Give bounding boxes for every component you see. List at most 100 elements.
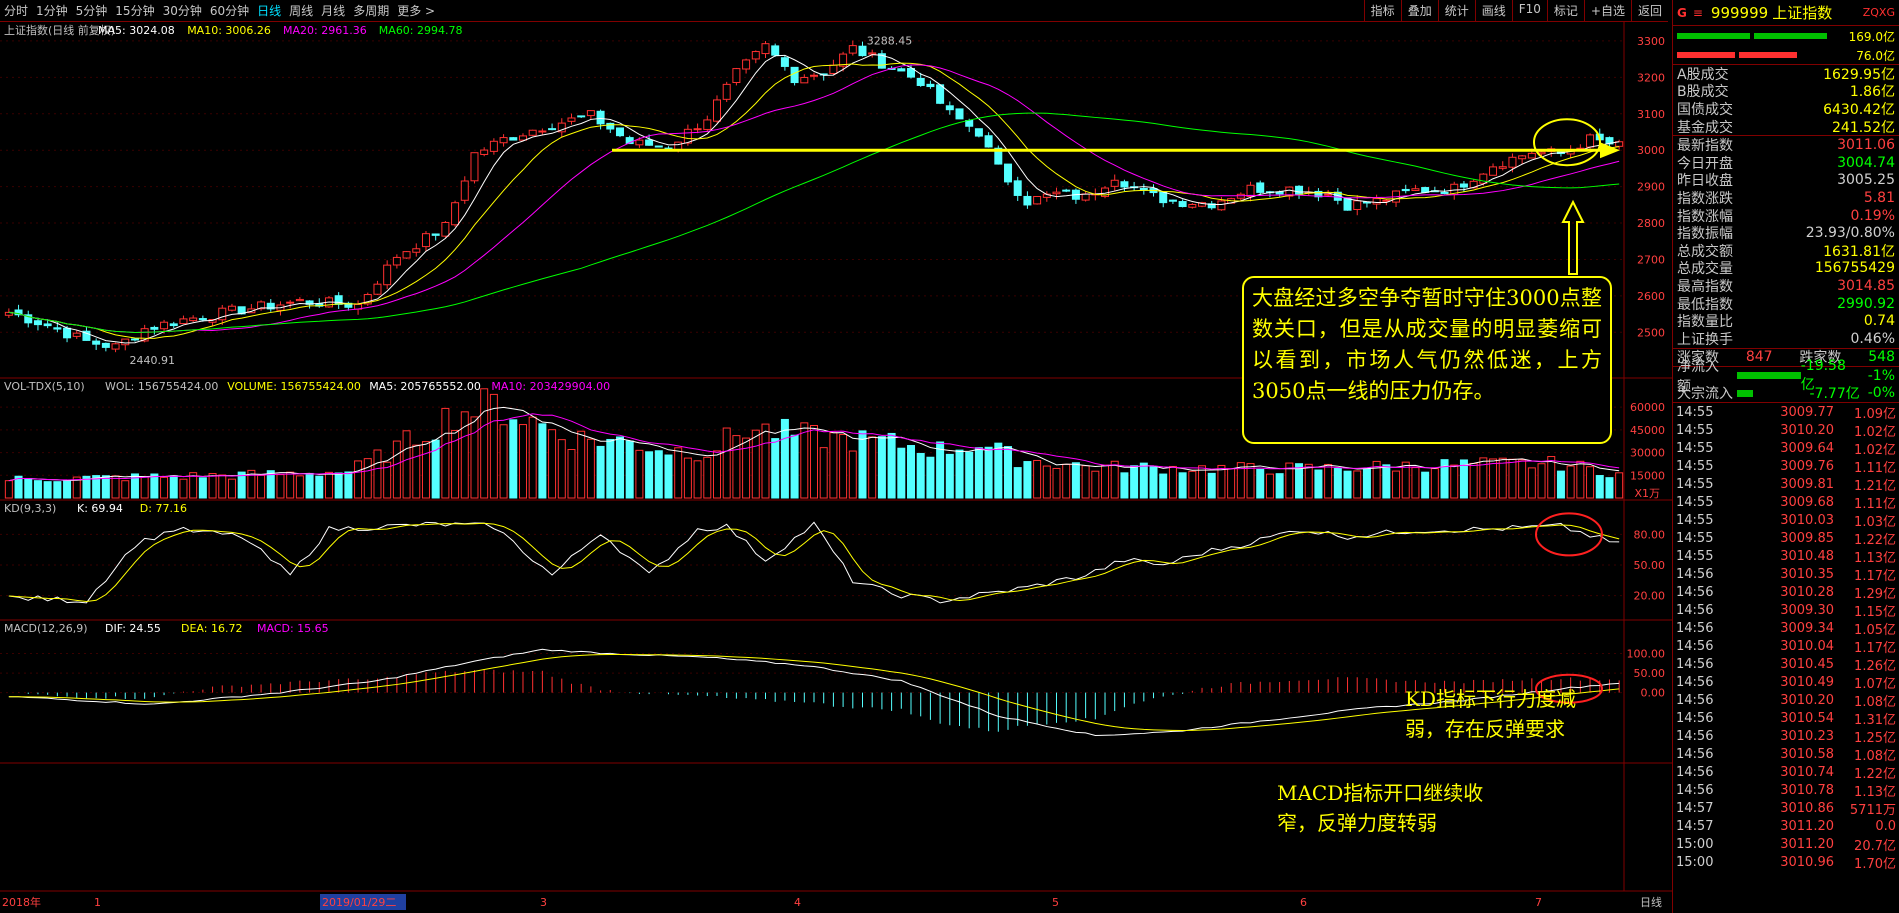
- tick-row: 14:55 3009.68 1.11亿: [1673, 493, 1899, 512]
- up-arrow: [1561, 199, 1585, 275]
- volume-bar: [557, 439, 566, 499]
- tick-time: 14:56: [1676, 710, 1714, 726]
- period-tab-3[interactable]: 15分钟: [111, 2, 158, 19]
- candle-body: [431, 233, 440, 236]
- volume-bar: [868, 436, 877, 499]
- flow-row: 净流入额 -19.58亿 -1%: [1673, 358, 1899, 395]
- volume-bar: [1382, 464, 1391, 499]
- menu-icon[interactable]: ≡: [1693, 6, 1703, 20]
- candle-body: [712, 99, 721, 122]
- tick-list[interactable]: 14:55 3009.77 1.09亿 14:55 3010.20 1.02亿 14:55 3…: [1673, 403, 1899, 872]
- quote-row: 最低指数 2990.92: [1673, 295, 1899, 313]
- tick-volume: 1.13亿: [1854, 784, 1896, 800]
- tick-row: 14:55 3009.85 1.22亿: [1673, 529, 1899, 548]
- volume-bar: [810, 425, 818, 499]
- period-tab-5[interactable]: 60分钟: [206, 2, 253, 19]
- quote-row: 总成交额 1631.81亿: [1673, 242, 1899, 260]
- period-tab-1[interactable]: 1分钟: [32, 2, 72, 19]
- tick-volume: 1.22亿: [1854, 532, 1896, 548]
- period-tab-0[interactable]: 分时: [0, 2, 32, 19]
- price-legend-item: MA5: 3024.08: [98, 24, 175, 37]
- kd-highlight-ellipse: [1535, 512, 1603, 557]
- volume-bar: [674, 447, 683, 499]
- tool-tab-7[interactable]: 返回: [1630, 0, 1668, 22]
- candle-body: [790, 66, 799, 84]
- flow-bar: [1737, 389, 1753, 397]
- tick-price: 3010.35: [1780, 566, 1834, 582]
- volume-bar: [1411, 467, 1420, 499]
- volume-bar: [1333, 467, 1342, 499]
- volume-bar: [984, 446, 993, 499]
- tool-tab-4[interactable]: F10: [1511, 0, 1547, 22]
- g-icon[interactable]: G: [1677, 6, 1687, 20]
- period-tab-8[interactable]: 月线: [317, 2, 349, 19]
- macd-legend-item: DEA: 16.72: [181, 622, 242, 635]
- candle-body: [1324, 193, 1333, 196]
- volume-bar: [412, 444, 421, 499]
- candle-body: [1110, 179, 1119, 187]
- volume-bar: [848, 450, 857, 499]
- candle-body: [528, 129, 537, 136]
- tick-row: 14:56 3009.34 1.05亿: [1673, 619, 1899, 638]
- tick-volume: 1.02亿: [1854, 424, 1896, 440]
- tool-tab-0[interactable]: 指标: [1363, 0, 1401, 22]
- tool-tabs: 指标 叠加 统计 画线 F10 标记 +自选 返回: [1363, 0, 1668, 22]
- y-tick-label: 20.00: [1634, 590, 1666, 603]
- tool-tab-1[interactable]: 叠加: [1400, 0, 1438, 22]
- period-tab-2[interactable]: 5分钟: [72, 2, 112, 19]
- candle-body: [538, 130, 547, 133]
- tool-tab-6[interactable]: +自选: [1583, 0, 1631, 22]
- y-tick-label: 0.00: [1641, 687, 1666, 700]
- tick-price: 3011.20: [1780, 818, 1834, 834]
- tick-time: 14:56: [1676, 674, 1714, 690]
- tick-row: 14:55 3010.48 1.13亿: [1673, 547, 1899, 566]
- volume-bar: [402, 430, 411, 499]
- candle-body: [101, 342, 110, 348]
- tick-row: 14:56 3009.30 1.15亿: [1673, 601, 1899, 620]
- tool-tab-3[interactable]: 画线: [1474, 0, 1512, 22]
- tick-price: 3009.30: [1780, 602, 1834, 618]
- volume-bar: [751, 429, 760, 499]
- quote-value: 23.93/0.80%: [1805, 225, 1895, 242]
- trade-label: 基金成交: [1677, 119, 1733, 136]
- candle-body: [227, 305, 236, 311]
- candle-body: [897, 68, 906, 72]
- tick-price: 3009.76: [1780, 458, 1834, 474]
- volume-bar: [1362, 467, 1371, 499]
- x-axis-label: 7: [1535, 896, 1542, 909]
- tool-tab-5[interactable]: 标记: [1546, 0, 1584, 22]
- period-tab-6[interactable]: 日线: [253, 2, 285, 19]
- period-tab-10[interactable]: 更多 >: [393, 2, 439, 19]
- period-tab-4[interactable]: 30分钟: [159, 2, 206, 19]
- volume-bar: [1256, 468, 1265, 499]
- tool-tab-2[interactable]: 统计: [1437, 0, 1475, 22]
- period-tab-9[interactable]: 多周期: [349, 2, 393, 19]
- volume-bar: [257, 474, 266, 499]
- candle-body: [295, 298, 304, 302]
- volume-bar: [722, 427, 731, 499]
- volume-bar: [761, 423, 770, 499]
- volume-bar: [1052, 467, 1061, 499]
- volume-bar: [169, 475, 178, 499]
- tick-row: 14:55 3010.20 1.02亿: [1673, 421, 1899, 440]
- x-axis-label: 3: [540, 896, 547, 909]
- trade-row: A股成交 1629.95亿: [1673, 65, 1899, 83]
- candle-body: [965, 120, 974, 127]
- tick-price: 3010.03: [1780, 512, 1834, 528]
- quote-value: 3011.06: [1837, 137, 1895, 154]
- tick-time: 14:56: [1676, 746, 1714, 762]
- y-tick-label: 3100: [1637, 108, 1665, 121]
- volume-bar: [1615, 472, 1624, 499]
- candle-body: [577, 115, 586, 118]
- low-label: 2440.91: [130, 354, 176, 367]
- volume-bar: [373, 449, 382, 499]
- period-tab-7[interactable]: 周线: [285, 2, 317, 19]
- candle-body: [810, 74, 818, 77]
- volume-bar: [392, 440, 401, 499]
- tick-row: 14:55 3009.64 1.02亿: [1673, 439, 1899, 458]
- candle-body: [645, 139, 654, 146]
- volume-bar: [839, 434, 848, 499]
- candle-body: [1459, 183, 1468, 188]
- volume-bar: [1159, 473, 1168, 499]
- volume-bar: [227, 478, 236, 499]
